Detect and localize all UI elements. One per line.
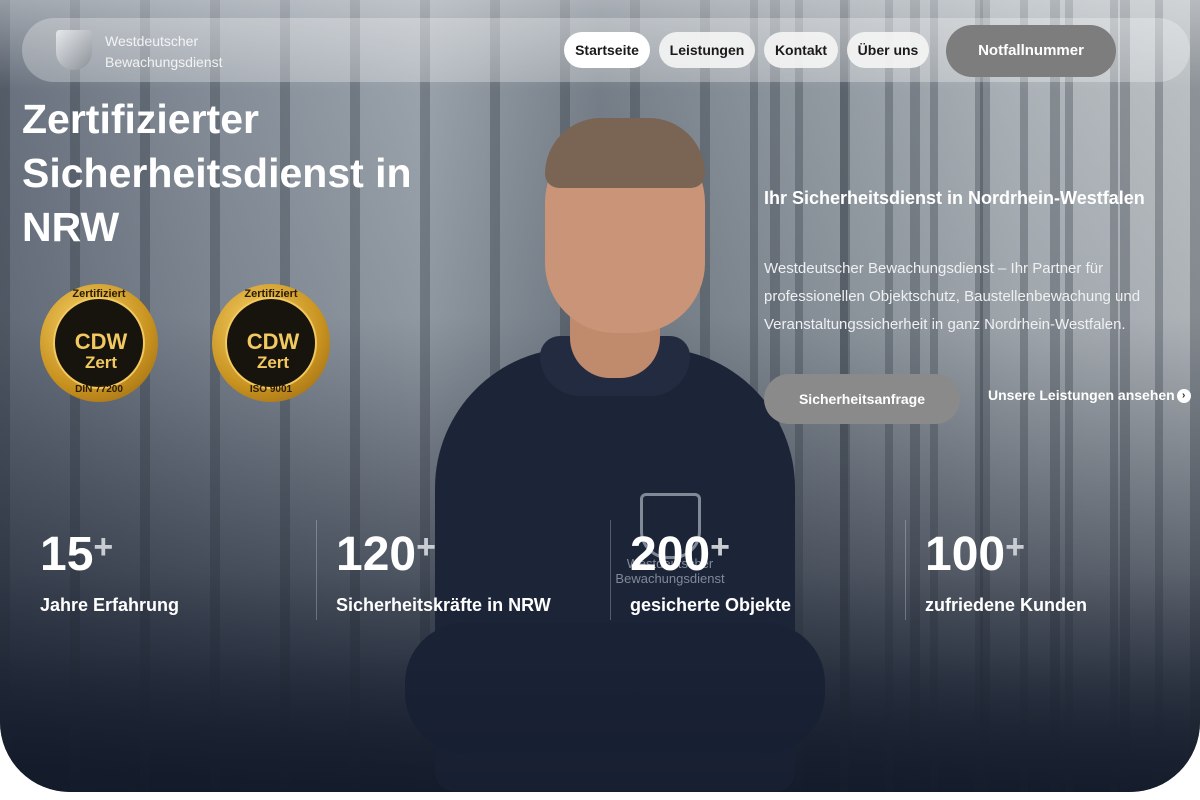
stat-label: gesicherte Objekte xyxy=(630,595,792,615)
stat-value: 200 xyxy=(630,528,711,581)
services-link[interactable]: Unsere Leistungen ansehen › xyxy=(988,387,1191,404)
badge-main-text: CDW xyxy=(246,329,300,354)
hero-subtitle: Ihr Sicherheitsdienst in Nordrhein-Westf… xyxy=(764,188,1145,208)
badge-sub-text: Zert xyxy=(256,353,290,372)
certification-badge-din: Zertifiziert CDW Zert DIN 77200 xyxy=(40,284,158,402)
stat-plus: + xyxy=(93,528,114,566)
logo-line-2: Bewachungsdienst xyxy=(105,54,223,70)
bottom-overlay xyxy=(0,652,1200,792)
stat-item: 120+ Sicherheitskräfte in NRW xyxy=(336,525,596,616)
stat-value: 120 xyxy=(336,528,417,581)
stat-label: zufriedene Kunden xyxy=(925,595,1088,615)
stat-value: 100 xyxy=(925,528,1006,581)
stat-item: 200+ gesicherte Objekte xyxy=(630,525,890,616)
stat-plus: + xyxy=(1005,528,1025,566)
logo-line-1: Westdeutscher xyxy=(105,33,199,49)
person-hair xyxy=(545,118,705,188)
logo[interactable] xyxy=(56,30,100,74)
stat-plus: + xyxy=(416,528,436,566)
stat-divider xyxy=(316,520,317,620)
stat-item: 15+ Jahre Erfahrung xyxy=(40,525,300,616)
hero-description: Westdeutscher Bewachungsdienst – Ihr Par… xyxy=(764,260,1141,333)
logo-text[interactable]: Westdeutscher Bewachungsdienst xyxy=(105,31,223,73)
stat-value-line: 15+ xyxy=(40,525,300,585)
stat-value-line: 100+ xyxy=(925,525,1185,585)
badge-main-text: CDW xyxy=(74,329,128,354)
badge-bottom-text: ISO 9001 xyxy=(249,384,293,395)
badge-inner: CDW Zert xyxy=(53,297,145,389)
badge-bottom-text: DIN 77200 xyxy=(75,384,123,395)
nav-link-kontakt[interactable]: Kontakt xyxy=(764,32,838,68)
stat-plus: + xyxy=(710,528,730,566)
stat-label: Sicherheitskräfte in NRW xyxy=(336,595,551,615)
certification-badge-iso: Zertifiziert CDW Zert ISO 9001 xyxy=(212,284,330,402)
nav-link-startseite[interactable]: Startseite xyxy=(564,32,650,68)
stat-item: 100+ zufriedene Kunden xyxy=(925,525,1185,616)
badge-inner: CDW Zert xyxy=(225,297,317,389)
arrow-right-circle-icon: › xyxy=(1176,389,1191,404)
stat-label: Jahre Erfahrung xyxy=(40,595,180,615)
badge-sub-text: Zert xyxy=(84,353,118,372)
nav-link-leistungen[interactable]: Leistungen xyxy=(659,32,755,68)
stat-value: 15 xyxy=(40,528,94,581)
nav-link-ueber-uns[interactable]: Über uns xyxy=(847,32,929,68)
hero-headline: Zertifizierter Sicherheitsdienst in NRW xyxy=(22,96,412,250)
stat-value-line: 120+ xyxy=(336,525,596,585)
shield-icon xyxy=(56,30,92,70)
stat-value-line: 200+ xyxy=(630,525,890,585)
stat-divider xyxy=(905,520,906,620)
security-request-button[interactable]: Sicherheitsanfrage xyxy=(764,374,960,424)
stat-divider xyxy=(610,520,611,620)
services-link-label: Unsere Leistungen ansehen xyxy=(988,387,1175,403)
emergency-number-button[interactable]: Notfallnummer xyxy=(946,25,1116,77)
